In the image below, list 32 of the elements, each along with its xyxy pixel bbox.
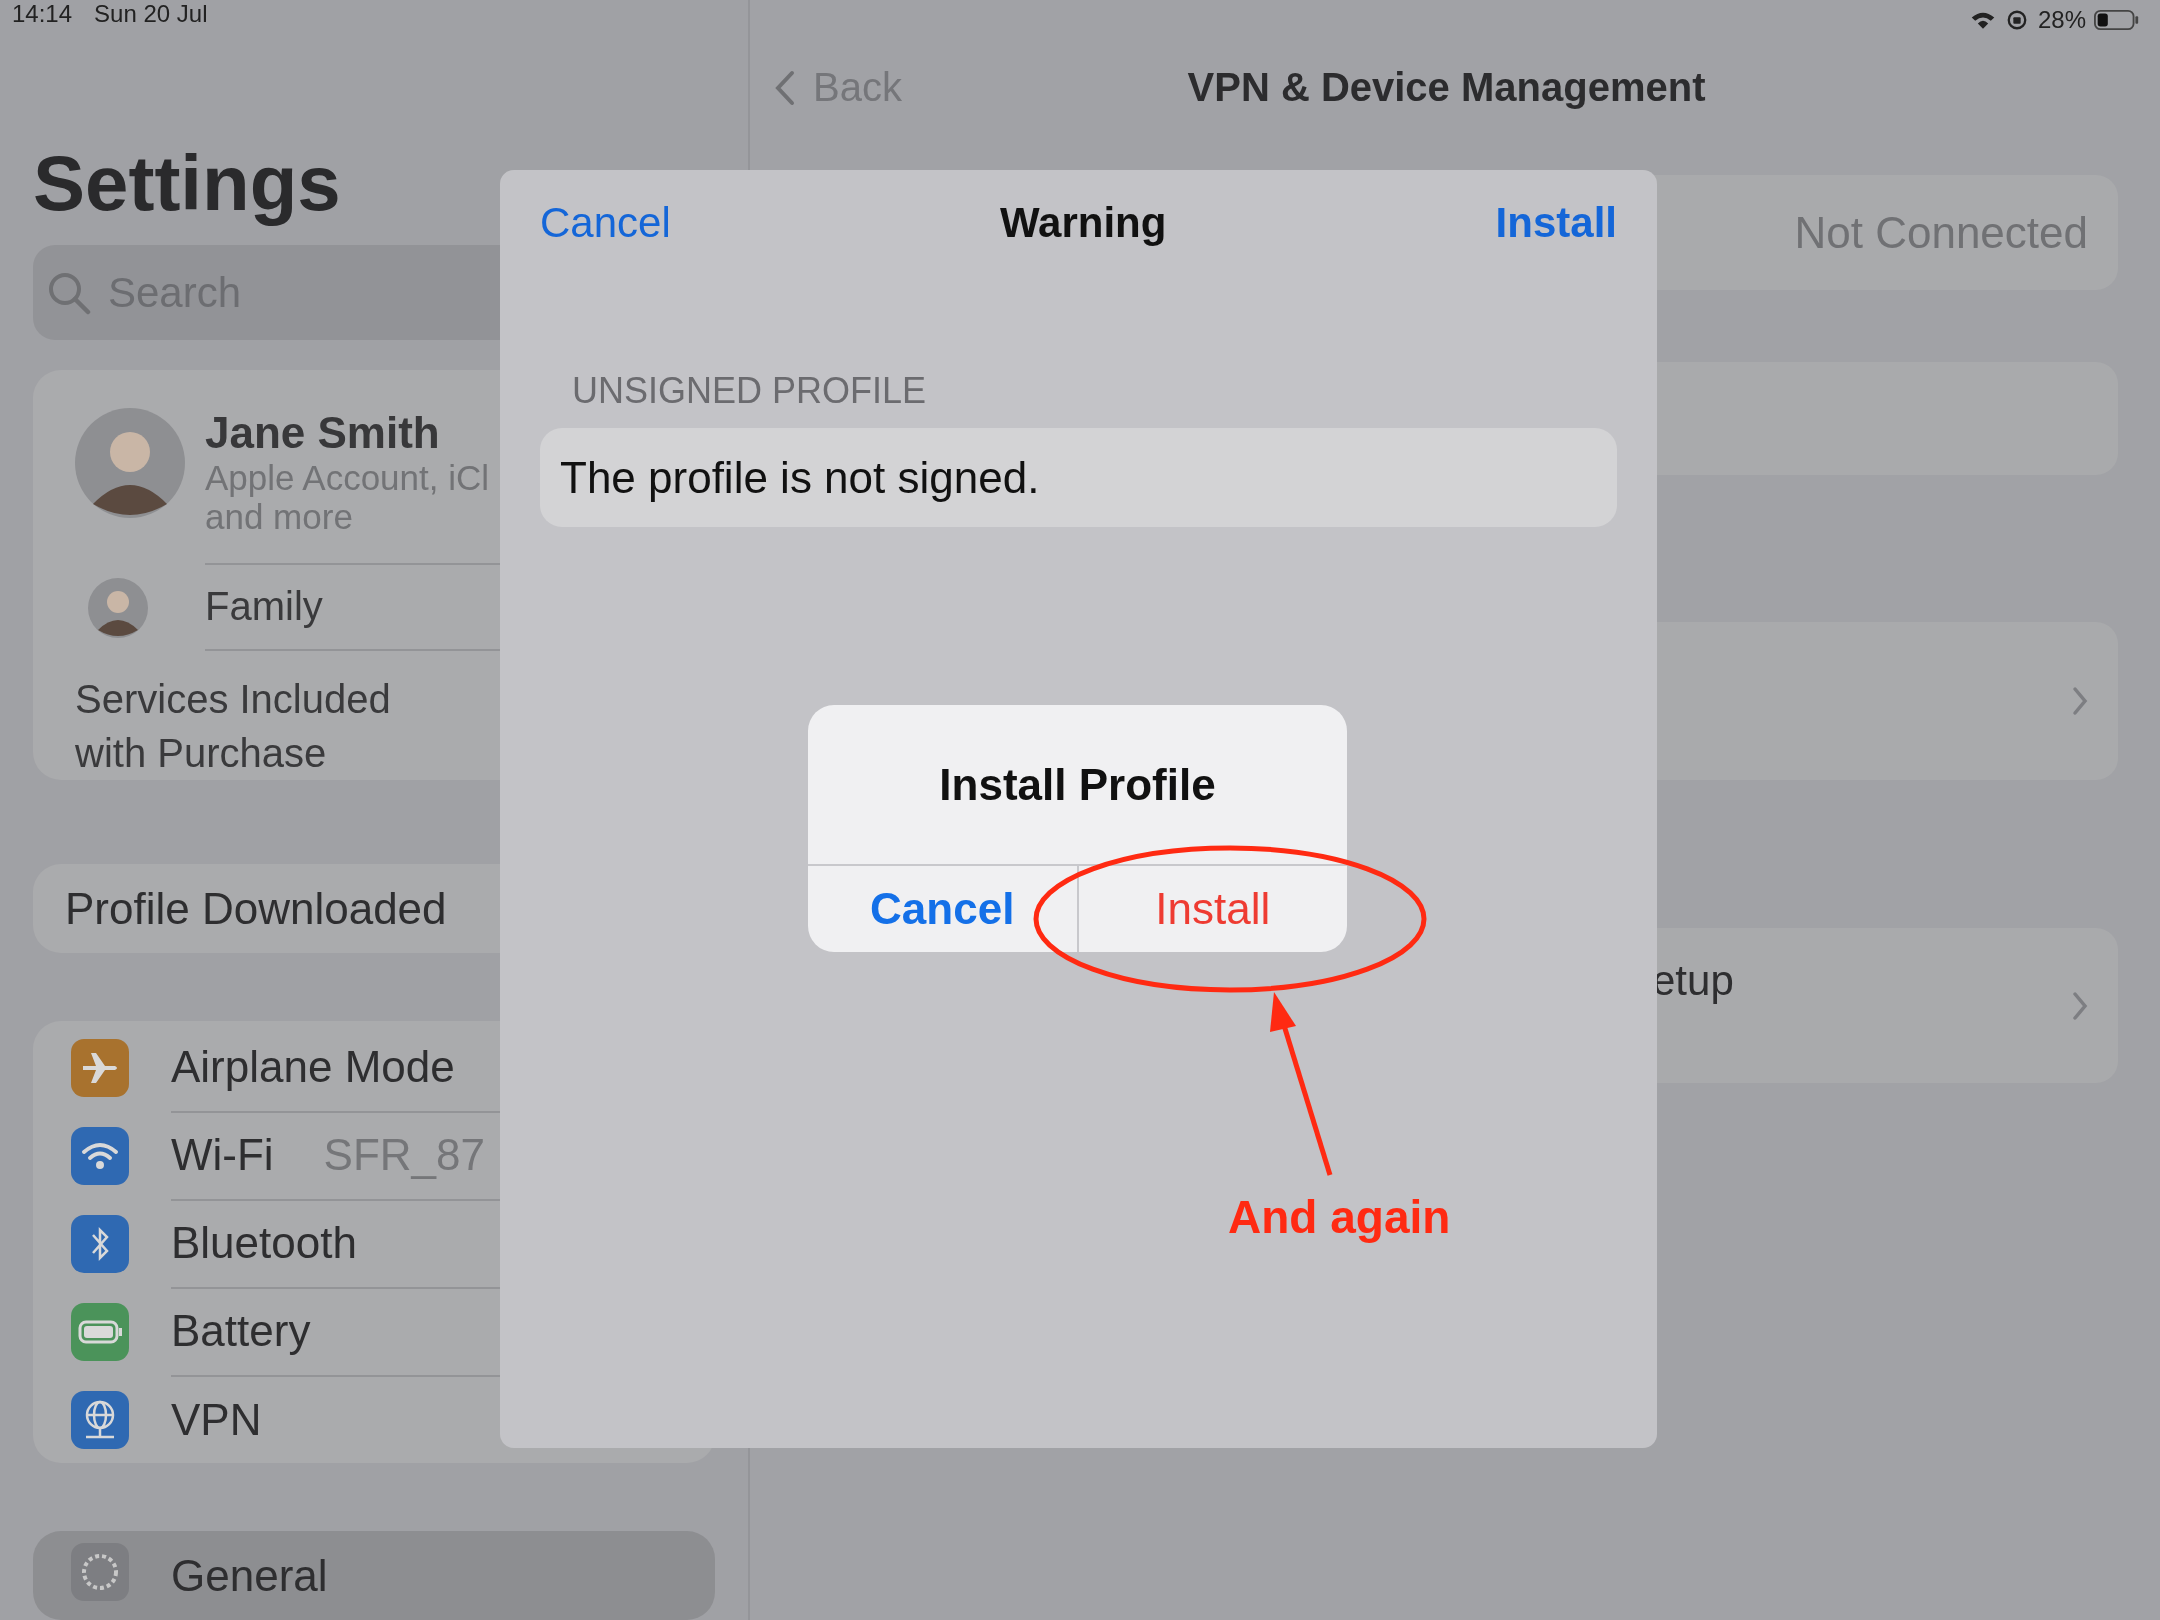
sheet-title: Warning — [999, 198, 1167, 247]
settings-label: VPN — [171, 1395, 262, 1446]
alert-title: Install Profile — [808, 705, 1347, 866]
avatar-icon — [75, 408, 185, 519]
install-button[interactable]: Install — [1078, 866, 1347, 952]
cancel-button[interactable]: Cancel — [540, 198, 671, 247]
services-label: Services Included with Purchase — [74, 676, 392, 778]
cancel-button[interactable]: Cancel — [808, 866, 1079, 952]
status-time: 14:14 — [12, 0, 73, 29]
install-button[interactable]: Install — [1495, 198, 1617, 247]
annotation-text: And again — [1228, 1190, 1451, 1244]
settings-label: General — [171, 1551, 328, 1602]
status-date: Sun 20 Jul — [94, 0, 208, 29]
row-value: Not Connected — [1794, 207, 2088, 258]
battery-percent: 28% — [2037, 6, 2086, 34]
page-title: VPN & Device Management — [1187, 65, 1706, 110]
battery-icon — [2094, 8, 2140, 32]
search-icon — [47, 271, 91, 316]
settings-label: Bluetooth — [171, 1218, 357, 1269]
general-row[interactable]: General — [33, 1531, 715, 1620]
chevron-icon — [2072, 990, 2088, 1021]
message-card: The profile is not signed. — [540, 428, 1617, 527]
settings-title: Settings — [33, 138, 341, 229]
settings-label: Battery — [171, 1306, 311, 1357]
account-subtitle: Apple Account, iCl — [205, 458, 490, 498]
back-chevron-icon — [775, 69, 795, 106]
account-subtitle: and more — [205, 497, 353, 537]
account-name: Jane Smith — [205, 408, 440, 459]
chevron-icon — [2072, 686, 2088, 716]
settings-label: Wi-Fi — [171, 1130, 274, 1181]
avatar-icon — [88, 577, 148, 638]
settings-label: Airplane Mode — [171, 1042, 455, 1093]
